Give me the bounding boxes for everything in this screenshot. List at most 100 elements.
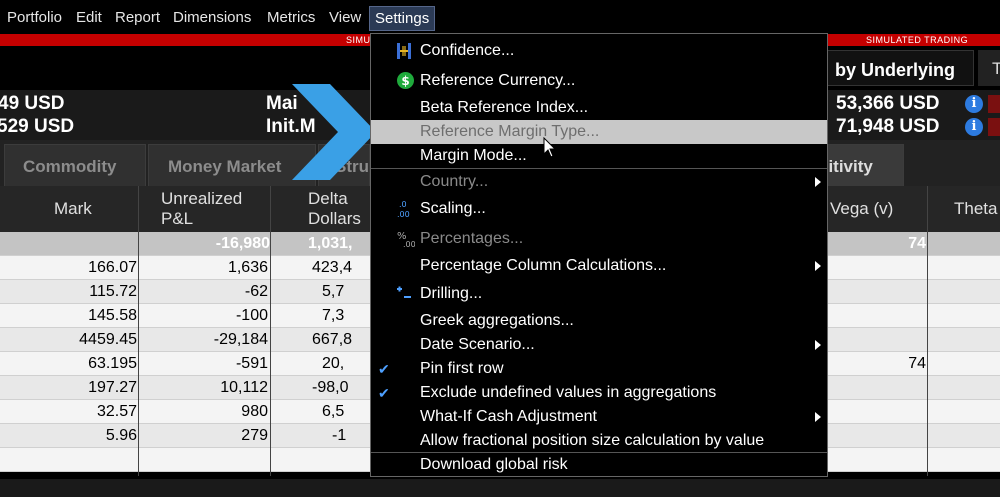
column-header-delta[interactable]: Delta	[308, 189, 348, 209]
menu-item-label: Greek aggregations...	[420, 312, 574, 329]
column-header-unrealized[interactable]: Unrealized	[161, 189, 242, 209]
confidence-icon	[397, 43, 411, 59]
menu-bar: Portfolio Edit Report Dimensions Metrics…	[0, 0, 1000, 34]
menu-item-label: Margin Mode...	[420, 147, 527, 164]
cell-mark: 166.07	[88, 259, 137, 276]
column-divider	[138, 186, 139, 476]
cell-delta: 423,4	[312, 259, 353, 276]
menu-item-label: Country...	[420, 173, 489, 190]
tab-commodity[interactable]: Commodity	[4, 144, 146, 186]
cell-unrealized: -100	[235, 307, 268, 324]
menu-item-scaling[interactable]: .0 .00 Scaling...	[371, 197, 827, 221]
column-header-vega[interactable]: Vega (v)	[830, 199, 893, 219]
chevron-right-icon	[292, 84, 376, 180]
menu-item-label: Pin first row	[420, 360, 504, 377]
menu-view[interactable]: View	[329, 9, 361, 26]
svg-text:.0: .0	[399, 200, 407, 209]
summary-right-value-1: 53,366 USD	[836, 93, 940, 114]
submenu-arrow-icon	[815, 340, 821, 350]
menu-item-drilling[interactable]: Drilling...	[371, 282, 827, 306]
menu-item-country[interactable]: Country...	[371, 170, 827, 194]
tab-money-market-label: Money Market	[168, 157, 282, 176]
checkmark-icon: ✔	[378, 361, 390, 377]
menu-item-exclude-undefined-values[interactable]: ✔ Exclude undefined values in aggregatio…	[371, 381, 827, 405]
menu-item-beta-reference-index[interactable]: Beta Reference Index...	[371, 96, 827, 120]
menu-item-download-global-risk[interactable]: Download global risk	[371, 453, 827, 477]
menu-item-label: Percentage Column Calculations...	[420, 257, 667, 274]
menu-item-label: Reference Margin Type...	[420, 123, 600, 140]
menu-item-percentage-column-calculations[interactable]: Percentage Column Calculations...	[371, 254, 827, 278]
menu-item-confidence[interactable]: Confidence...	[371, 39, 827, 63]
svg-text:.00: .00	[397, 210, 410, 219]
dollar-icon: $	[397, 72, 414, 89]
menu-item-label: What-If Cash Adjustment	[420, 408, 597, 425]
svg-text:$: $	[401, 74, 409, 88]
tab-commodity-label: Commodity	[23, 157, 117, 176]
alert-icon[interactable]	[988, 95, 1000, 113]
tab-money-market[interactable]: Money Market	[148, 144, 316, 186]
menu-dimensions[interactable]: Dimensions	[173, 9, 251, 26]
tab-next[interactable]: T	[978, 50, 1000, 86]
menu-item-allow-fractional-position-size[interactable]: Allow fractional position size calculati…	[371, 429, 827, 453]
cell-mark: 5.96	[105, 427, 137, 444]
column-divider	[927, 186, 928, 476]
cell-mark: 115.72	[89, 283, 137, 300]
menu-item-date-scenario[interactable]: Date Scenario...	[371, 333, 827, 357]
menu-item-label: Scaling...	[420, 200, 486, 217]
menu-settings[interactable]: Settings	[369, 6, 436, 31]
tab-by-underlying-label: by Underlying	[835, 60, 956, 80]
menu-item-label: Confidence...	[420, 42, 515, 59]
menu-item-label: Allow fractional position size calculati…	[420, 432, 765, 449]
tab-by-underlying[interactable]: by Underlying	[826, 50, 974, 86]
info-icon[interactable]: i	[965, 118, 983, 136]
column-header-mark[interactable]: Mark	[54, 199, 92, 219]
menu-report[interactable]: Report	[115, 9, 160, 26]
summary-delta: 1,031,	[308, 235, 353, 252]
menu-item-margin-mode[interactable]: Margin Mode...	[371, 144, 827, 168]
menu-item-reference-currency[interactable]: $ Reference Currency...	[371, 69, 827, 93]
drilling-icon	[397, 286, 411, 298]
submenu-arrow-icon	[815, 261, 821, 271]
cell-mark: 145.58	[88, 307, 137, 324]
cell-delta: 7,3	[322, 307, 345, 324]
cell-unrealized: 10,112	[220, 379, 268, 396]
tab-next-label: T	[992, 59, 1000, 78]
menu-item-reference-margin-type[interactable]: Reference Margin Type...	[371, 120, 827, 144]
menu-metrics[interactable]: Metrics	[267, 9, 315, 26]
menu-item-label: Beta Reference Index...	[420, 99, 589, 116]
cell-unrealized: 1,636	[227, 259, 268, 276]
cell-delta: -1	[332, 427, 347, 444]
menu-item-percentages[interactable]: % .00 Percentages...	[371, 227, 827, 251]
alert-icon[interactable]	[988, 118, 1000, 136]
cell-delta: 20,	[322, 355, 345, 372]
checkmark-icon: ✔	[378, 385, 390, 401]
cell-delta: -98,0	[312, 379, 349, 396]
menu-item-greek-aggregations[interactable]: Greek aggregations...	[371, 309, 827, 333]
info-icon[interactable]: i	[965, 95, 983, 113]
cell-unrealized: 279	[241, 427, 268, 444]
banner-right-text: SIMULATED TRADING	[866, 35, 969, 45]
column-header-delta-line2: Dollars	[308, 209, 361, 228]
settings-dropdown-menu: Confidence... $ Reference Currency... Be…	[370, 33, 828, 477]
summary-left-value-2: 529 USD	[0, 116, 75, 137]
cell-delta: 5,7	[322, 283, 345, 300]
submenu-arrow-icon	[815, 177, 821, 187]
menu-item-pin-first-row[interactable]: ✔ Pin first row	[371, 357, 827, 381]
cell-mark: 197.27	[88, 379, 137, 396]
status-bar	[0, 479, 1000, 497]
submenu-arrow-icon	[815, 412, 821, 422]
menu-portfolio[interactable]: Portfolio	[7, 9, 62, 26]
mouse-cursor-icon	[543, 137, 557, 158]
cell-delta: 667,8	[312, 331, 353, 348]
column-header-theta[interactable]: Theta	[954, 199, 997, 219]
menu-item-what-if-cash-adjustment[interactable]: What-If Cash Adjustment	[371, 405, 827, 429]
menu-edit[interactable]: Edit	[76, 9, 102, 26]
summary-left-value-1: 49 USD	[0, 93, 65, 114]
menu-item-label: Exclude undefined values in aggregations	[420, 384, 717, 401]
banner-left-text: SIMU	[346, 35, 371, 45]
column-divider	[270, 186, 271, 476]
menu-separator	[371, 168, 827, 169]
cell-unrealized: -62	[244, 283, 268, 300]
summary-right-value-2: 71,948 USD	[836, 116, 940, 137]
cell-unrealized: -591	[235, 355, 268, 372]
